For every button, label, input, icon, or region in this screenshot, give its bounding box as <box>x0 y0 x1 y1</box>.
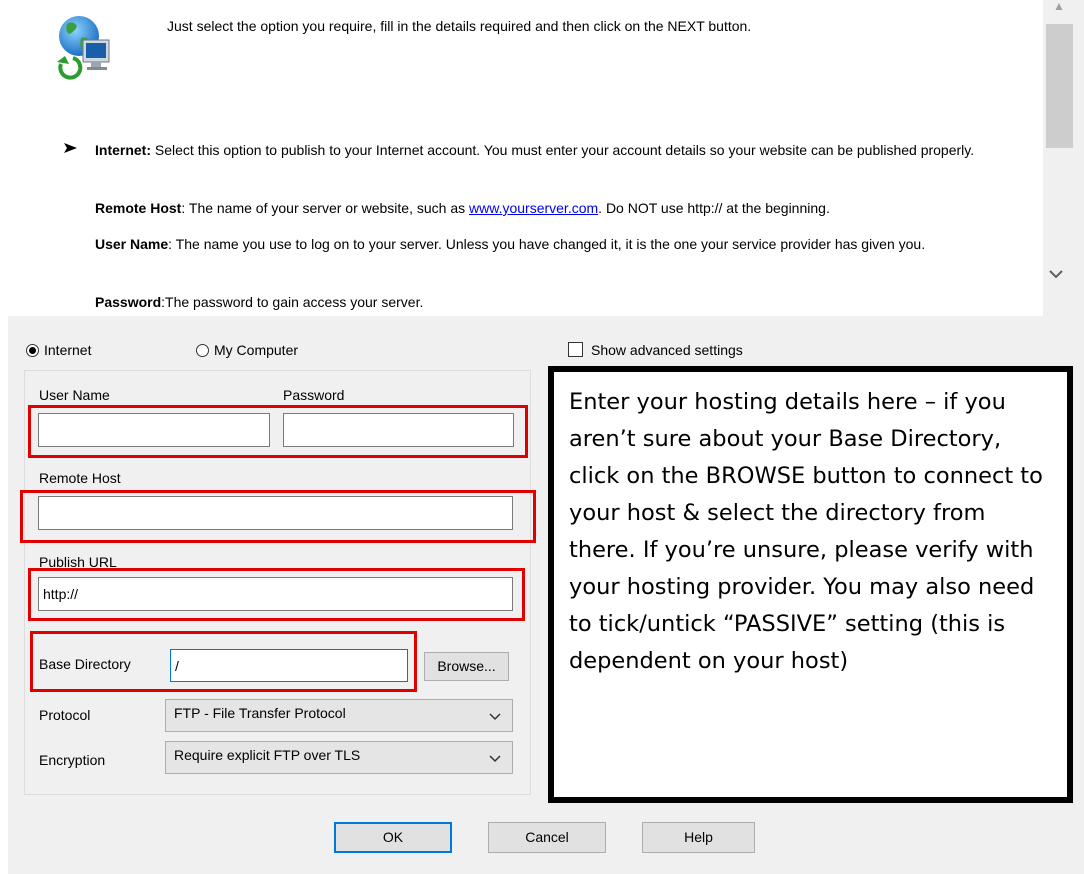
internet-radio-label[interactable]: Internet <box>44 342 91 358</box>
internet-radio[interactable] <box>26 344 39 357</box>
hosting-instructions-note: Enter your hosting details here – if you… <box>548 366 1073 803</box>
help-user-name: User Name: The name you use to log on to… <box>95 236 1005 253</box>
user-password-highlight <box>28 405 528 458</box>
help-user-name-desc: : The name you use to log on to your ser… <box>168 236 926 252</box>
protocol-select[interactable]: FTP - File Transfer Protocol <box>165 699 513 732</box>
help-panel: Just select the option you require, fill… <box>8 0 1043 316</box>
help-internet-desc: Select this option to publish to your In… <box>151 142 975 158</box>
show-advanced-checkbox[interactable] <box>568 342 583 357</box>
remote-host-label: Remote Host <box>39 470 121 486</box>
user-name-label: User Name <box>39 387 110 403</box>
globe-computer-icon <box>57 16 110 80</box>
cancel-button[interactable]: Cancel <box>488 822 606 853</box>
help-remote-host-desc: : The name of your server or website, su… <box>181 200 470 216</box>
protocol-label: Protocol <box>39 707 91 723</box>
help-user-name-term: User Name <box>95 236 169 252</box>
help-password: Password:The password to gain access you… <box>95 294 1005 311</box>
base-directory-highlight <box>30 631 417 692</box>
my-computer-radio[interactable] <box>196 344 209 357</box>
publish-url-highlight <box>28 568 525 621</box>
remote-host-highlight <box>20 490 536 543</box>
help-remote-host-desc-end: . Do NOT use http:// at the beginning. <box>598 200 830 216</box>
show-advanced-label[interactable]: Show advanced settings <box>591 342 743 358</box>
encryption-label: Encryption <box>39 752 106 768</box>
encryption-value: Require explicit FTP over TLS <box>174 747 361 763</box>
browse-button[interactable]: Browse... <box>424 652 509 681</box>
help-scrollbar[interactable]: ▲ <box>1043 0 1076 316</box>
chevron-down-icon <box>489 713 501 721</box>
help-internet-term: Internet: <box>95 142 151 158</box>
arrow-bullet-icon <box>64 143 77 153</box>
protocol-value: FTP - File Transfer Protocol <box>174 705 346 721</box>
scroll-up-icon[interactable]: ▲ <box>1053 0 1065 12</box>
help-remote-host-term: Remote Host <box>95 200 182 216</box>
help-password-term: Password <box>95 294 162 310</box>
encryption-select[interactable]: Require explicit FTP over TLS <box>165 741 513 774</box>
ok-button[interactable]: OK <box>334 822 452 853</box>
help-button[interactable]: Help <box>642 822 755 853</box>
help-intro: Just select the option you require, fill… <box>167 18 752 34</box>
help-remote-host: Remote Host: The name of your server or … <box>95 200 1005 217</box>
help-internet: Internet: Select this option to publish … <box>95 142 1005 159</box>
scroll-down-icon[interactable] <box>1048 268 1064 280</box>
my-computer-radio-label[interactable]: My Computer <box>214 342 298 358</box>
help-remote-host-link[interactable]: www.yourserver.com <box>469 200 598 216</box>
help-password-desc: :The password to gain access your server… <box>161 294 424 310</box>
password-label: Password <box>283 387 345 403</box>
scroll-thumb[interactable] <box>1046 24 1073 148</box>
chevron-down-icon <box>489 755 501 763</box>
